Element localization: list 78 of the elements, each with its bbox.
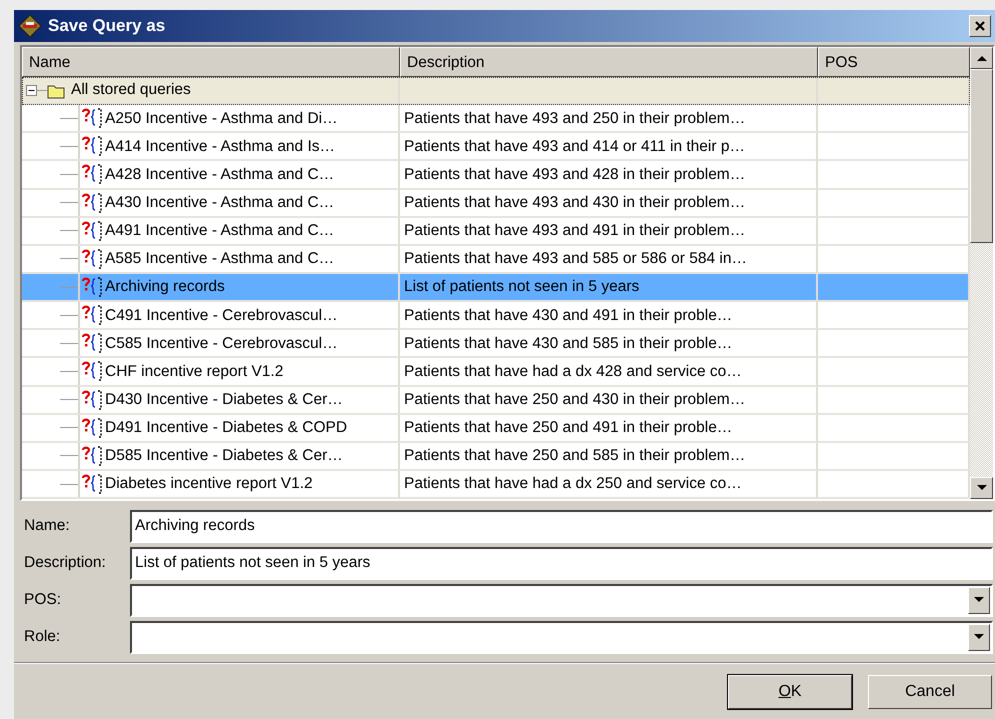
caret-icon	[973, 633, 985, 641]
table-row[interactable]: C491 Incentive - Cerebrovascul… Patients that have 430 and 491 in their proble…	[22, 302, 970, 330]
down-arrow-icon	[976, 484, 988, 492]
dialog-button[interactable]: Cancel	[868, 675, 992, 709]
query-description: Patients that have 430 and 491 in their proble…	[400, 302, 818, 330]
query-description: Patients that have 250 and 491 in their proble…	[400, 414, 818, 443]
caret-icon	[973, 596, 985, 604]
query-description: Patients that have had a dx 250 and service co…	[400, 470, 818, 499]
query-description: Patients that have had a dx 428 and service co…	[400, 358, 818, 387]
query-name: A428 Incentive - Asthma and C…	[105, 164, 334, 185]
query-description: Patients that have 430 and 585 in their proble…	[400, 330, 818, 358]
table-row[interactable]: C585 Incentive - Cerebrovascul… Patients that have 430 and 585 in their proble…	[22, 330, 970, 358]
tree-item-label: All stored queries	[71, 80, 191, 100]
dialog-button[interactable]: OK	[728, 675, 852, 709]
close-icon	[974, 20, 986, 32]
query-name: C491 Incentive - Cerebrovascul…	[105, 306, 338, 326]
query-icon	[80, 388, 102, 411]
query-name: C585 Incentive - Cerebrovascul…	[105, 334, 338, 354]
window-title: Save Query as	[48, 15, 166, 38]
query-description: Patients that have 493 and 414 or 411 in their p…	[400, 133, 818, 162]
query-description: Patients that have 493 and 491 in their problem…	[400, 218, 818, 246]
tree-row-name[interactable]: All stored queries	[22, 77, 400, 106]
query-icon	[80, 416, 102, 439]
query-name: A430 Incentive - Asthma and C…	[105, 193, 334, 213]
field-label: Role:	[24, 627, 62, 648]
query-name: Diabetes incentive report V1.2	[105, 474, 313, 494]
column-header[interactable]: Description	[400, 47, 818, 77]
query-icon	[80, 107, 102, 130]
query-description: List of patients not seen in 5 years	[400, 274, 818, 302]
query-name: A414 Incentive - Asthma and Is…	[105, 136, 336, 157]
query-description: Patients that have 493 and 428 in their problem…	[400, 161, 818, 190]
query-icon	[80, 192, 102, 214]
query-icon	[80, 332, 102, 354]
scrollbar[interactable]	[970, 47, 993, 499]
text-field[interactable]: List of patients not seen in 5 years	[130, 546, 993, 580]
query-name: Archiving records	[105, 277, 225, 298]
dropdown-field[interactable]	[130, 584, 993, 616]
query-description: Patients that have 250 and 430 in their problem…	[400, 386, 818, 415]
column-header[interactable]: POS	[818, 47, 970, 77]
table-row[interactable]: CHF incentive report V1.2 Patients that have had a dx 428 and service co…	[22, 358, 970, 387]
query-name: D491 Incentive - Diabetes & COPD	[105, 418, 348, 438]
query-icon	[80, 135, 102, 158]
table-row[interactable]: Archiving records List of patients not seen in 5 years	[22, 274, 970, 302]
query-icon	[80, 220, 102, 242]
column-header[interactable]: Name	[22, 47, 400, 77]
query-icon	[80, 444, 102, 467]
text-field[interactable]: Archiving records	[130, 510, 993, 542]
table-row[interactable]: D585 Incentive - Diabetes & Cer… Patients that have 250 and 585 in their problem…	[22, 442, 970, 471]
query-name: A491 Incentive - Asthma and C…	[105, 221, 334, 242]
field-label: POS:	[24, 590, 62, 610]
query-icon	[80, 163, 102, 186]
query-description: Patients that have 250 and 585 in their problem…	[400, 442, 818, 471]
query-name: D585 Incentive - Diabetes & Cer…	[105, 446, 343, 466]
query-icon	[80, 360, 102, 382]
up-arrow-icon	[976, 54, 988, 62]
query-icon	[80, 304, 102, 326]
table-row[interactable]: A250 Incentive - Asthma and Di… Patients that have 493 and 250 in their problem…	[22, 105, 970, 134]
table-row[interactable]: A491 Incentive - Asthma and C… Patients that have 493 and 491 in their problem…	[22, 218, 970, 246]
query-description: Patients that have 493 and 250 in their problem…	[400, 105, 818, 134]
field-label: Name:	[24, 516, 71, 536]
table-row[interactable]: Diabetes incentive report V1.2 Patients that have had a dx 250 and service co…	[22, 470, 970, 499]
table-row[interactable]: D430 Incentive - Diabetes & Cer… Patients that have 250 and 430 in their problem…	[22, 386, 970, 415]
table-row[interactable]: A430 Incentive - Asthma and C… Patients that have 493 and 430 in their problem…	[22, 190, 970, 218]
table-row[interactable]: A414 Incentive - Asthma and Is… Patients that have 493 and 414 or 411 in their p…	[22, 133, 970, 162]
query-name: A585 Incentive - Asthma and C…	[105, 249, 334, 270]
query-description: Patients that have 493 and 430 in their problem…	[400, 190, 818, 218]
app-icon	[18, 14, 42, 38]
dropdown-field[interactable]	[130, 620, 993, 654]
query-name: A250 Incentive - Asthma and Di…	[105, 108, 338, 129]
table-row[interactable]: A428 Incentive - Asthma and C… Patients that have 493 and 428 in their problem…	[22, 161, 970, 190]
close-button[interactable]	[969, 15, 991, 37]
query-icon	[80, 276, 102, 298]
query-name: D430 Incentive - Diabetes & Cer…	[105, 390, 343, 410]
query-name: CHF incentive report V1.2	[105, 362, 284, 382]
field-label: Description:	[24, 553, 107, 574]
query-icon	[80, 248, 102, 270]
query-icon	[80, 473, 102, 496]
table-row[interactable]: D491 Incentive - Diabetes & COPD Patients that have 250 and 491 in their proble…	[22, 414, 970, 443]
